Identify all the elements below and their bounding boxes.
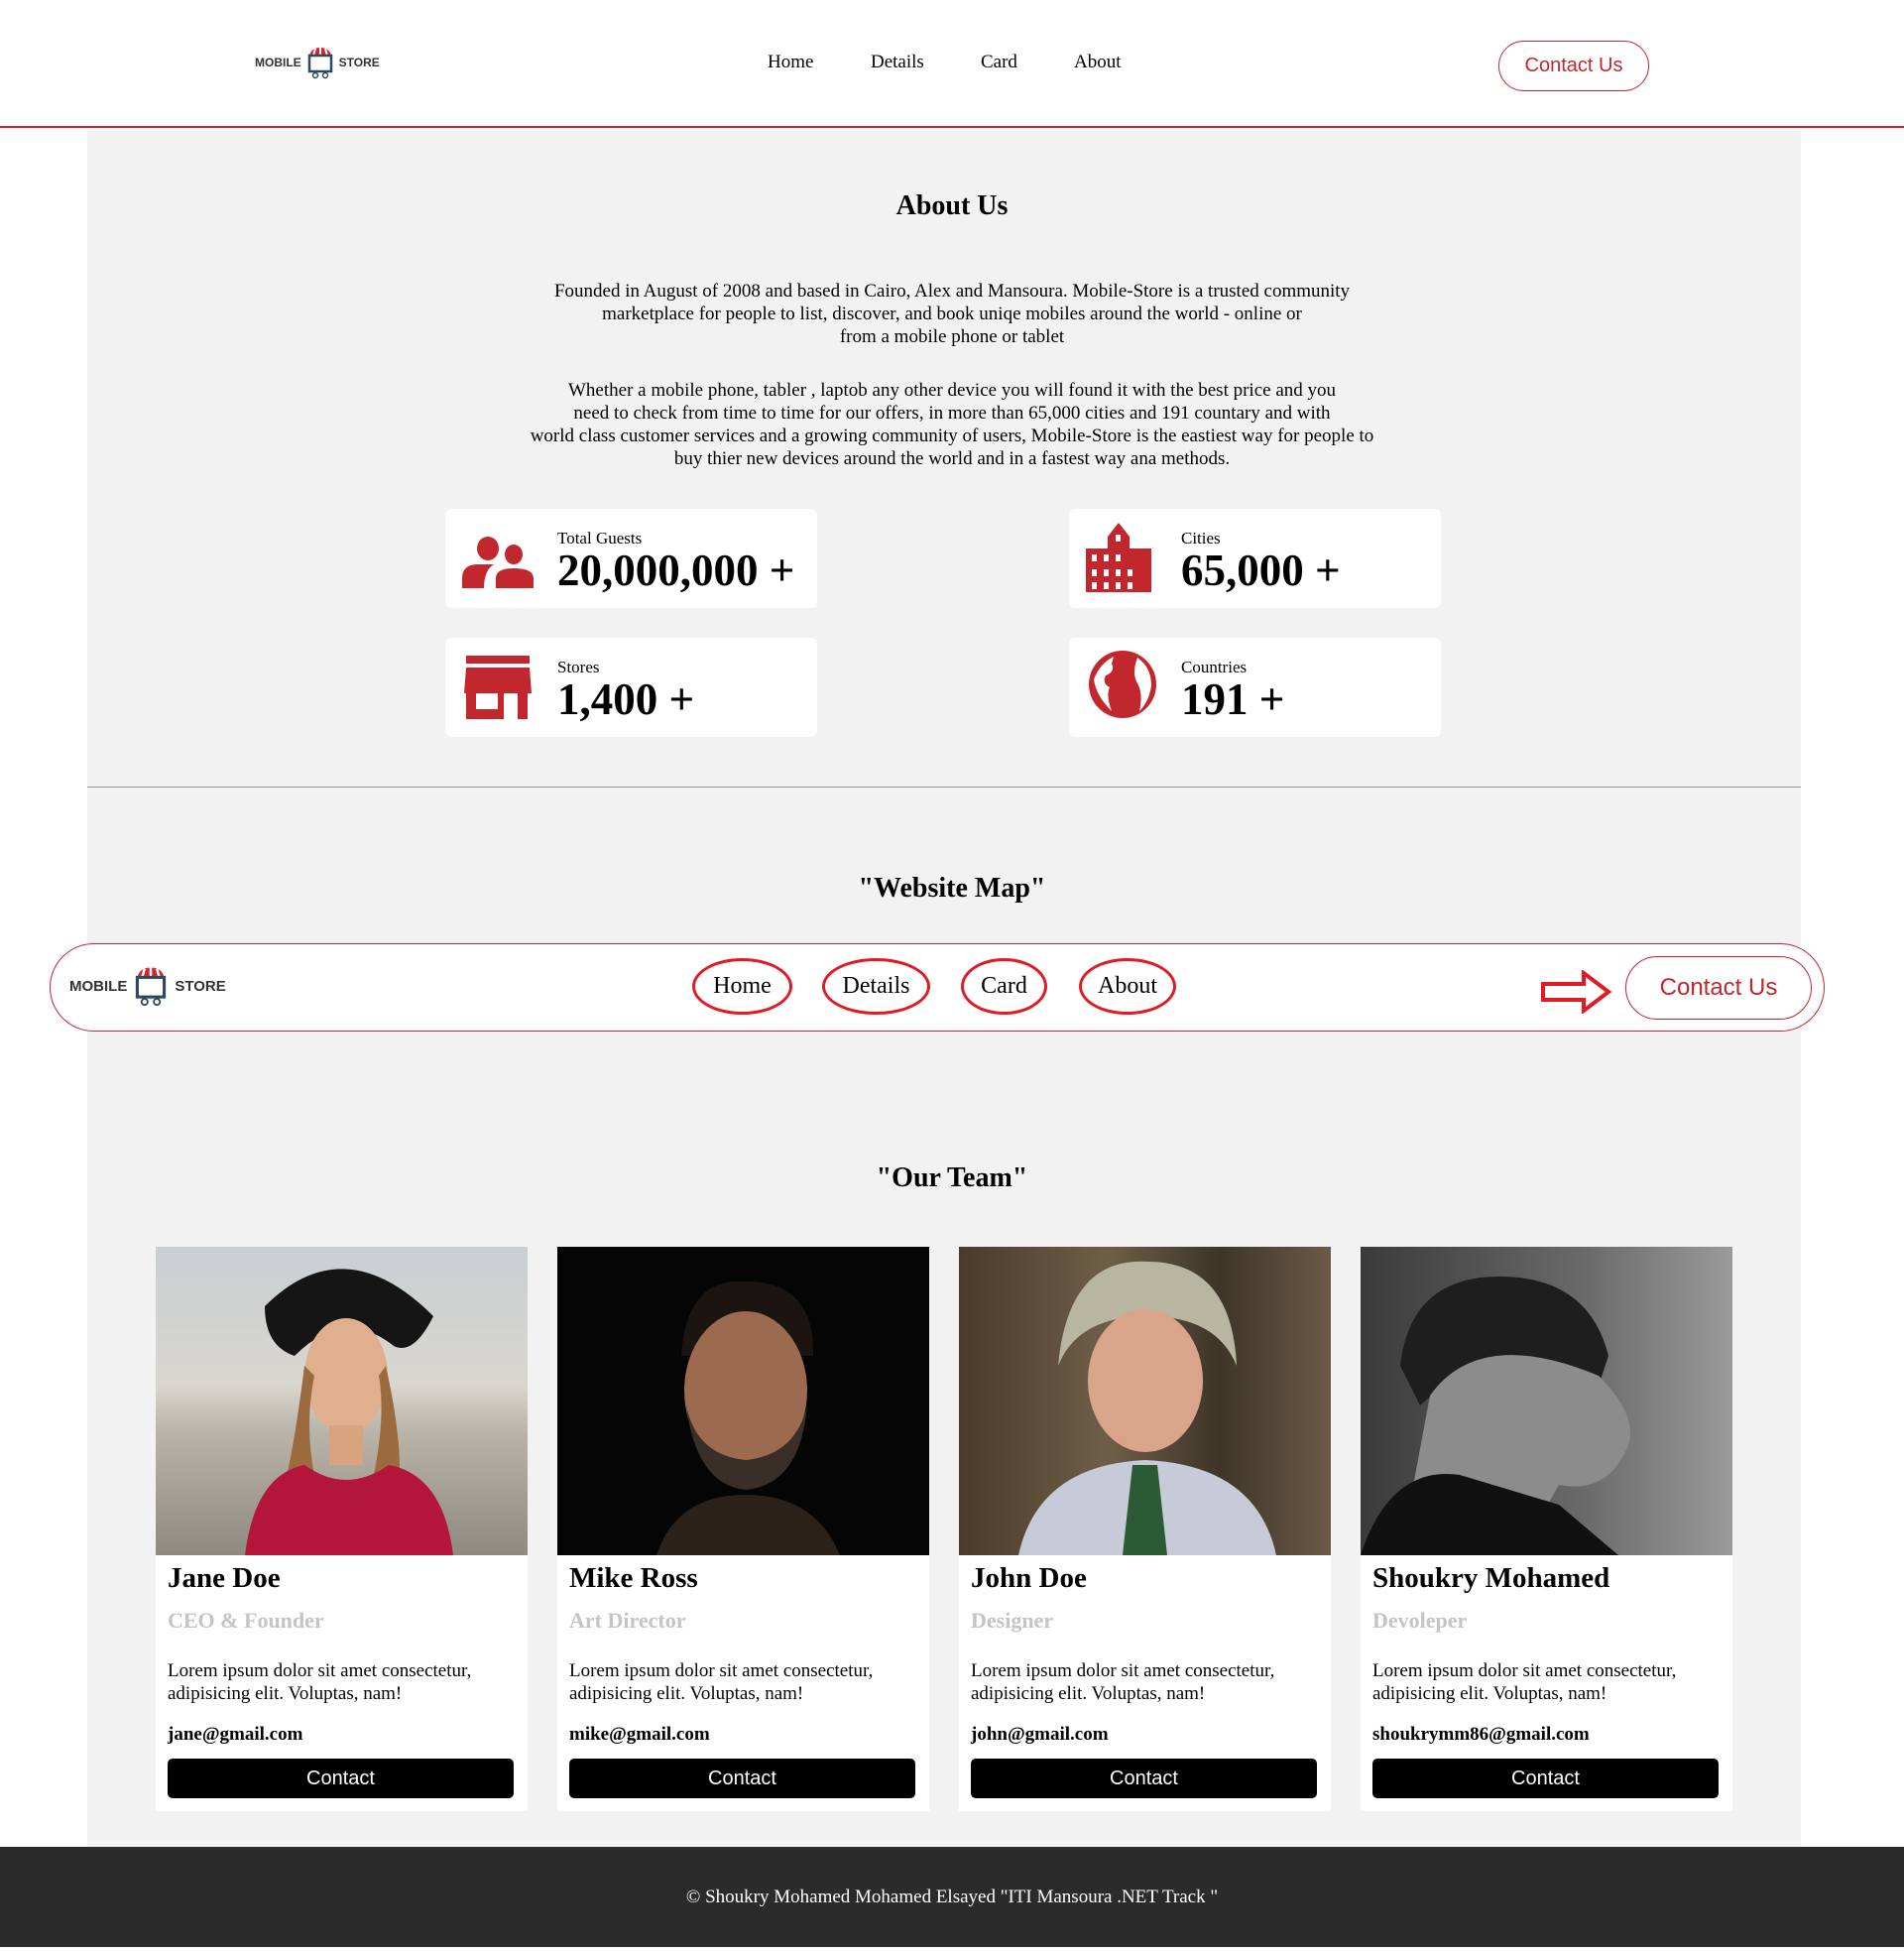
nav-details[interactable]: Details (871, 52, 924, 73)
contact-button[interactable]: Contact (168, 1759, 514, 1798)
member-photo (959, 1247, 1331, 1555)
about-title: About Us (895, 190, 1009, 221)
member-role: Designer (971, 1608, 1054, 1633)
member-name: Shoukry Mohamed (1372, 1562, 1610, 1594)
member-photo (1361, 1247, 1732, 1555)
member-email: shoukrymm86@gmail.com (1372, 1724, 1590, 1745)
member-role: CEO & Founder (168, 1608, 324, 1633)
text-line: need to check from time to time for our … (573, 403, 1331, 424)
member-email: jane@gmail.com (168, 1724, 303, 1745)
stat-countries: Countries 191 + (1069, 638, 1441, 737)
nav-about[interactable]: About (1074, 52, 1122, 73)
our-team-title: "Our Team" (876, 1162, 1028, 1193)
nav-card[interactable]: Card (981, 52, 1017, 73)
logo-text-right: STORE (338, 56, 380, 69)
globe-icon (1089, 651, 1156, 718)
member-description: Lorem ipsum dolor sit amet consectetur, … (168, 1660, 472, 1704)
text-line: Whether a mobile phone, tabler , laptob … (567, 380, 1337, 401)
member-email: mike@gmail.com (569, 1724, 710, 1745)
team-card-jane: Jane Doe CEO & Founder Lorem ipsum dolor… (156, 1247, 528, 1811)
copyright-text: © Shoukry Mohamed Mohamed Elsayed "ITI M… (685, 1886, 1219, 1907)
member-description: Lorem ipsum dolor sit amet consectetur, … (971, 1660, 1275, 1704)
about-paragraph-1: Founded in August of 2008 and based in C… (0, 280, 1904, 348)
member-email: john@gmail.com (971, 1724, 1109, 1745)
member-description: Lorem ipsum dolor sit amet consectetur, … (569, 1660, 874, 1704)
logo-text-left: MOBILE (69, 977, 128, 995)
team-card-shoukry: Shoukry Mohamed Devoleper Lorem ipsum do… (1361, 1247, 1732, 1811)
member-role: Devoleper (1372, 1608, 1468, 1633)
stat-value: 1,400 + (557, 674, 695, 724)
team-card-mike: Mike Ross Art Director Lorem ipsum dolor… (557, 1247, 929, 1811)
contact-us-button[interactable]: Contact Us (1498, 41, 1649, 91)
site-footer: © Shoukry Mohamed Mohamed Elsayed "ITI M… (0, 1847, 1904, 1947)
map-nav-details[interactable]: Details (822, 958, 930, 1015)
section-divider (87, 787, 1801, 788)
member-role: Art Director (569, 1608, 686, 1633)
text-line: marketplace for people to list, discover… (602, 304, 1302, 324)
map-contact-us-button[interactable]: Contact Us (1625, 956, 1812, 1020)
map-nav-about[interactable]: About (1079, 958, 1176, 1015)
text-line: Founded in August of 2008 and based in C… (553, 281, 1351, 302)
stat-total-guests: Total Guests 20,000,000 + (445, 509, 817, 608)
text-line: world class customer services and a grow… (530, 426, 1374, 446)
member-photo (557, 1247, 929, 1555)
map-logo[interactable]: MOBILE STORE (69, 965, 226, 1007)
arrow-right-icon (1541, 970, 1611, 1014)
member-description: Lorem ipsum dolor sit amet consectetur, … (1372, 1660, 1677, 1704)
cart-icon (136, 967, 167, 1007)
member-photo (156, 1247, 528, 1555)
logo-text-right: STORE (175, 977, 226, 995)
building-icon (1086, 523, 1151, 592)
site-header: MOBILE STORE Home Details Card About Con… (0, 0, 1904, 128)
map-nav-card[interactable]: Card (961, 958, 1047, 1015)
website-map-title: "Website Map" (858, 873, 1046, 904)
member-name: John Doe (971, 1562, 1087, 1594)
cart-icon (307, 48, 332, 79)
member-name: Jane Doe (168, 1562, 281, 1594)
member-name: Mike Ross (569, 1562, 698, 1594)
users-icon (462, 537, 534, 588)
contact-button[interactable]: Contact (569, 1759, 915, 1798)
contact-button[interactable]: Contact (1372, 1759, 1719, 1798)
logo-text-left: MOBILE (255, 56, 301, 69)
stat-value: 191 + (1181, 674, 1285, 724)
stat-stores: Stores 1,400 + (445, 638, 817, 737)
stat-cities: Cities 65,000 + (1069, 509, 1441, 608)
about-paragraph-2: Whether a mobile phone, tabler , laptob … (0, 379, 1904, 470)
text-line: buy thier new devices around the world a… (673, 448, 1231, 469)
text-line: from a mobile phone or tablet (839, 326, 1065, 347)
stat-value: 20,000,000 + (557, 546, 795, 595)
logo[interactable]: MOBILE STORE (255, 46, 380, 79)
nav-home[interactable]: Home (768, 52, 813, 73)
team-card-john: John Doe Designer Lorem ipsum dolor sit … (959, 1247, 1331, 1811)
contact-button[interactable]: Contact (971, 1759, 1317, 1798)
stat-value: 65,000 + (1181, 546, 1341, 595)
store-icon (464, 656, 532, 719)
map-nav-home[interactable]: Home (692, 958, 792, 1015)
